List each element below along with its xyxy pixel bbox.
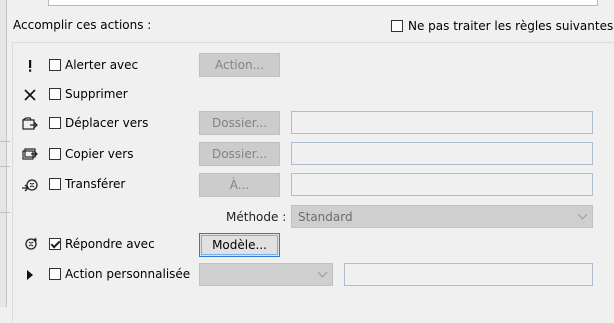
reply-icon (21, 236, 39, 252)
forward-checkbox[interactable] (49, 178, 61, 190)
move-label: Déplacer vers (65, 116, 149, 130)
method-select[interactable]: Standard (291, 205, 593, 228)
move-checkbox[interactable] (49, 117, 61, 129)
chevron-down-icon (577, 209, 588, 220)
reply-label: Répondre avec (65, 237, 155, 251)
reply-template-button[interactable]: Modèle... (199, 233, 280, 257)
alert-checkbox[interactable] (49, 59, 61, 71)
reply-checkbox[interactable] (49, 238, 61, 250)
previous-section-field (48, 0, 598, 6)
copy-checkbox[interactable] (49, 148, 61, 160)
copy-folder-field[interactable] (291, 142, 593, 165)
play-arrow-icon (21, 267, 39, 283)
forward-to-button[interactable]: À... (199, 173, 280, 197)
stop-rules-checkbox[interactable] (391, 20, 403, 32)
alert-action-button[interactable]: Action... (199, 53, 280, 77)
custom-action-label: Action personnalisée (65, 267, 191, 281)
exclamation-icon (21, 58, 39, 74)
forward-label: Transférer (65, 177, 126, 191)
move-to-folder-icon (21, 116, 39, 132)
delete-label: Supprimer (65, 87, 128, 101)
custom-action-field[interactable] (344, 263, 593, 286)
background-edge-line (0, 212, 10, 213)
chevron-down-icon (317, 267, 328, 278)
alert-label: Alerter avec (65, 58, 139, 72)
background-edge-line (0, 141, 10, 142)
forward-to-field[interactable] (291, 173, 593, 196)
delete-x-icon (21, 87, 39, 103)
delete-checkbox[interactable] (49, 88, 61, 100)
custom-action-checkbox[interactable] (49, 268, 61, 280)
copy-label: Copier vers (65, 147, 134, 161)
method-label: Méthode : (226, 210, 287, 224)
background-window-edge (0, 0, 7, 307)
copy-to-folder-icon (21, 146, 39, 162)
move-folder-field[interactable] (291, 111, 593, 134)
copy-folder-button[interactable]: Dossier... (199, 142, 280, 166)
stop-rules-label: Ne pas traiter les règles suivantes (408, 19, 614, 33)
background-edge-line (0, 166, 10, 167)
move-folder-button[interactable]: Dossier... (199, 111, 280, 135)
actions-heading: Accomplir ces actions : (13, 18, 152, 32)
method-select-value: Standard (298, 209, 353, 224)
forward-icon (21, 177, 39, 193)
custom-action-select[interactable] (199, 263, 333, 286)
